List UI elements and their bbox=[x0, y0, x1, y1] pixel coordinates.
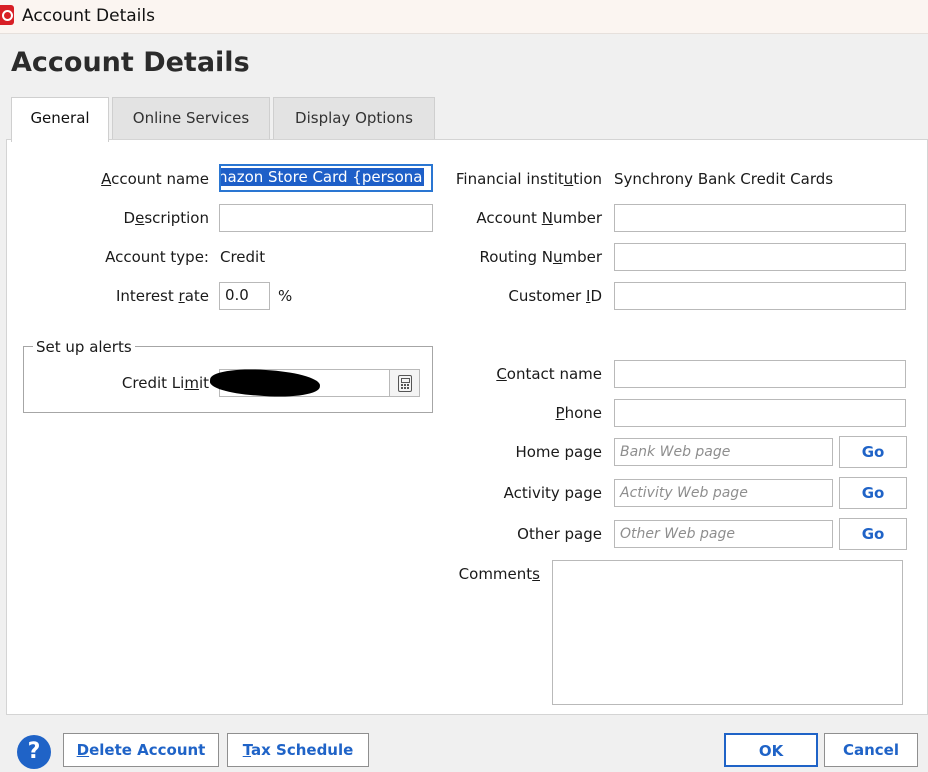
activity-page-label: Activity page bbox=[503, 484, 602, 502]
set-up-alerts-legend: Set up alerts bbox=[33, 338, 135, 356]
home-page-field[interactable]: Bank Web page bbox=[614, 438, 833, 466]
interest-rate-field[interactable]: 0.0 bbox=[219, 282, 270, 310]
customer-id-field[interactable] bbox=[614, 282, 906, 310]
activity-page-placeholder: Activity Web page bbox=[620, 485, 748, 501]
contact-name-field[interactable] bbox=[614, 360, 906, 388]
tax-schedule-button[interactable]: Tax Schedule bbox=[227, 733, 369, 767]
credit-limit-label: Credit Limit bbox=[121, 374, 209, 392]
other-page-go-button[interactable]: Go bbox=[839, 518, 907, 550]
home-page-label: Home page bbox=[515, 443, 602, 461]
description-field[interactable] bbox=[219, 204, 433, 232]
account-number-field[interactable] bbox=[614, 204, 906, 232]
routing-number-field[interactable] bbox=[614, 243, 906, 271]
ok-button[interactable]: OK bbox=[724, 733, 818, 767]
comments-label: Comments bbox=[458, 565, 540, 583]
other-page-label: Other page bbox=[517, 525, 602, 543]
window-title: Account Details bbox=[22, 6, 155, 26]
home-page-placeholder: Bank Web page bbox=[620, 444, 731, 460]
window-titlebar: Account Details bbox=[0, 0, 928, 34]
account-name-label: Account name bbox=[101, 170, 209, 188]
phone-label: Phone bbox=[555, 404, 602, 422]
phone-field[interactable] bbox=[614, 399, 906, 427]
account-number-label: Account Number bbox=[476, 209, 602, 227]
help-icon[interactable]: ? bbox=[17, 735, 51, 769]
tab-online-services[interactable]: Online Services bbox=[112, 97, 270, 139]
financial-institution-value: Synchrony Bank Credit Cards bbox=[614, 170, 834, 188]
account-name-field[interactable]: nazon Store Card {persona bbox=[219, 164, 433, 192]
financial-institution-label: Financial institution bbox=[455, 170, 602, 188]
cancel-button[interactable]: Cancel bbox=[824, 733, 918, 767]
calculator-icon bbox=[398, 375, 412, 392]
tab-display-options[interactable]: Display Options bbox=[273, 97, 435, 139]
home-page-go-button[interactable]: Go bbox=[839, 436, 907, 468]
customer-id-label: Customer ID bbox=[508, 287, 602, 305]
app-logo-icon bbox=[0, 5, 14, 25]
activity-page-field[interactable]: Activity Web page bbox=[614, 479, 833, 507]
routing-number-label: Routing Number bbox=[479, 248, 602, 266]
calculator-button[interactable] bbox=[389, 369, 420, 397]
activity-page-go-button[interactable]: Go bbox=[839, 477, 907, 509]
tab-general[interactable]: General bbox=[11, 97, 109, 142]
interest-rate-label: Interest rate bbox=[115, 287, 209, 305]
delete-account-button[interactable]: Delete Account bbox=[63, 733, 219, 767]
account-type-label: Account type: bbox=[105, 248, 209, 266]
description-label: Description bbox=[123, 209, 209, 227]
account-name-value: nazon Store Card {persona bbox=[221, 168, 425, 186]
page-title: Account Details bbox=[11, 47, 250, 78]
other-page-field[interactable]: Other Web page bbox=[614, 520, 833, 548]
other-page-placeholder: Other Web page bbox=[620, 526, 735, 542]
contact-name-label: Contact name bbox=[496, 365, 602, 383]
account-type-value: Credit bbox=[220, 248, 266, 266]
interest-rate-unit: % bbox=[278, 287, 293, 305]
comments-textarea[interactable] bbox=[552, 560, 903, 705]
